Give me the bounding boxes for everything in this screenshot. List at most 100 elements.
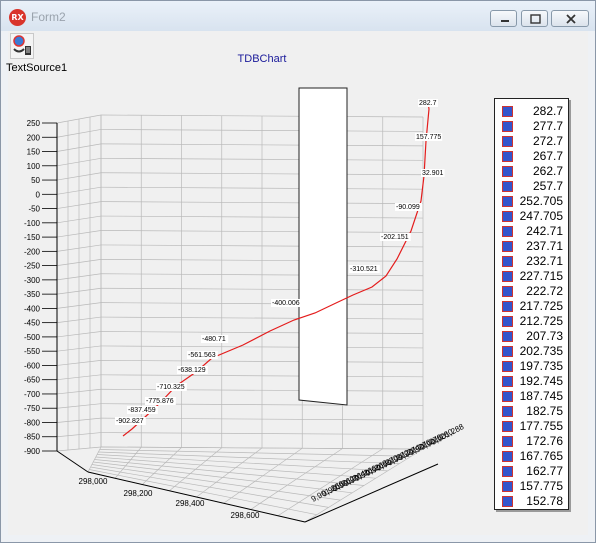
point-label: -775.876 [146,398,174,405]
legend-item: 187.745 [495,389,568,404]
app-icon: RX [9,9,26,26]
legend-swatch [502,481,513,492]
y-tick-label: -250 [24,262,41,271]
y-tick-label: -600 [24,361,41,370]
y-tick-label: -750 [24,404,41,413]
y-tick-label: -100 [24,219,41,228]
legend-swatch [502,241,513,252]
close-button[interactable] [551,10,589,27]
x-tick-label: 298,000 [79,477,108,486]
legend-label: 252.705 [519,194,563,208]
legend-swatch [502,196,513,207]
legend-label: 157.775 [519,479,563,493]
legend-label: 212.725 [519,314,563,328]
legend-item: 197.735 [495,359,568,374]
floor-edge [56,450,89,473]
legend-item: 182.75 [495,404,568,419]
legend-swatch [502,391,513,402]
point-label: 32.901 [422,170,444,177]
legend-label: 162.77 [526,464,563,478]
legend-swatch [502,181,513,192]
legend-swatch [502,346,513,357]
chart-title: TDBChart [237,53,287,65]
legend-item: 207.73 [495,329,568,344]
gridline-floor [98,451,400,464]
y-tick-label: -700 [24,390,41,399]
legend-label: 187.745 [519,389,563,403]
legend-item: 202.735 [495,344,568,359]
legend-swatch [502,376,513,387]
legend-swatch [502,331,513,342]
legend-label: 167.765 [519,449,563,463]
legend-swatch [502,406,513,417]
legend-swatch [502,436,513,447]
legend-label: 257.7 [532,179,563,193]
point-label: 282.7 [419,100,437,107]
legend-label: 262.7 [532,164,563,178]
point-label: -202.151 [381,234,409,241]
maximize-button[interactable] [521,10,548,27]
legend-item: 227.715 [495,269,568,284]
legend-swatch [502,211,513,222]
gridline-floor [90,466,329,508]
point-label: -90.099 [396,204,420,211]
legend-swatch [502,256,513,267]
legend-swatch [502,466,513,477]
legend-swatch [502,106,513,117]
y-tick-label: -550 [24,347,41,356]
y-tick-label: -350 [24,290,41,299]
legend-label: 237.71 [526,239,563,253]
y-tick-label: 250 [27,119,41,128]
legend-swatch [502,226,513,237]
legend-swatch [502,496,513,507]
legend-swatch [502,166,513,177]
window: RX Form2 250 200 150 100 50 0 -50 -100 -150 -200 -… [0,0,596,543]
legend-label: 282.7 [532,104,563,118]
legend-item: 157.775 [495,479,568,494]
close-icon [566,14,576,24]
legend-label: 202.735 [519,344,563,358]
point-label: -902.827 [116,418,144,425]
legend-item: 267.7 [495,149,568,164]
point-label: -561.563 [188,352,216,359]
legend-swatch [502,271,513,282]
legend-item: 257.7 [495,179,568,194]
legend-item: 262.7 [495,164,568,179]
y-tick-label: -900 [24,447,41,456]
y-tick-label: -50 [28,205,40,214]
legend-swatch [502,421,513,432]
minimize-button[interactable] [490,10,517,27]
legend-swatch [502,301,513,312]
y-tick-label: -650 [24,376,41,385]
legend-item: 212.725 [495,314,568,329]
legend-label: 207.73 [526,329,563,343]
legend-item: 272.7 [495,134,568,149]
legend-swatch [502,361,513,372]
legend-label: 242.71 [526,224,563,238]
x-tick-label: 298,600 [231,511,260,520]
window-title: Form2 [31,10,66,24]
minimize-icon [501,20,509,22]
legend-item: 177.755 [495,419,568,434]
gridline-floor [99,449,412,457]
form-client-area: 250 200 150 100 50 0 -50 -100 -150 -200 -250 -300 -3… [6,31,588,535]
legend-label: 247.705 [519,209,563,223]
legend-item: 152.78 [495,494,568,509]
legend-label: 222.72 [526,284,563,298]
point-label: -480.71 [202,336,226,343]
x-tick-label: 298,200 [124,489,153,498]
y-tick-label: 150 [27,148,41,157]
legend-item: 232.71 [495,254,568,269]
legend-swatch [502,121,513,132]
title-bar[interactable]: RX Form2 [1,1,595,31]
legend-item: 162.77 [495,464,568,479]
legend-label: 152.78 [526,494,563,508]
chart-bar [298,87,348,406]
legend-item: 172.76 [495,434,568,449]
point-label: -710.325 [157,384,185,391]
y-tick-label: -300 [24,276,41,285]
legend-label: 197.735 [519,359,563,373]
legend-item: 277.7 [495,119,568,134]
y-tick-label: 100 [27,162,41,171]
gridline-floor [94,459,365,486]
